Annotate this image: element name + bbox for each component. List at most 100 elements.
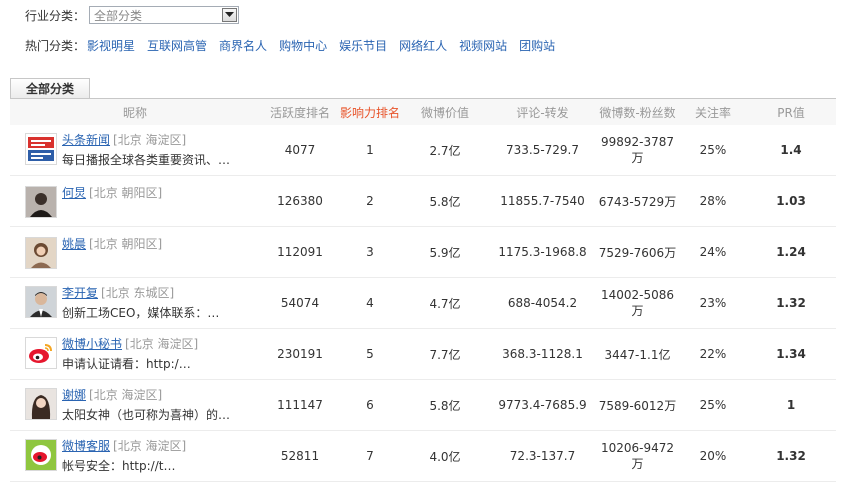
user-name-link[interactable]: 李开复 xyxy=(62,286,98,300)
pr-value: 1 xyxy=(746,379,836,431)
influence-rank: 3 xyxy=(340,226,400,278)
posts-fans: 6743-5729万 xyxy=(595,175,680,227)
user-location: [北京 海淀区] xyxy=(89,387,163,402)
follow-rate: 23% xyxy=(680,277,746,329)
user-name-link[interactable]: 微博客服 xyxy=(62,439,110,453)
pr-value: 1.32 xyxy=(746,277,836,329)
posts-fans: 3447-1.1亿 xyxy=(595,328,680,380)
tab-bar: 全部分类 xyxy=(10,78,836,99)
table-row: 头条新闻 [北京 海淀区] 每日播报全球各类重要资讯、… 4077 1 2.7亿 … xyxy=(10,125,836,176)
col-header-nickname[interactable]: 昵称 xyxy=(10,99,260,125)
pr-value: 1.03 xyxy=(746,175,836,227)
hot-categories: 热门分类： 影视明星 互联网高管 商界名人 购物中心 娱乐节目 网络红人 视频网… xyxy=(25,36,555,54)
table-row: 微博客服 [北京 海淀区] 帐号安全：http://t… 52811 7 4.0亿… xyxy=(10,430,836,482)
col-header-activity-rank[interactable]: 活跃度排名 xyxy=(260,99,340,125)
comment-repost: 733.5-729.7 xyxy=(490,125,595,176)
user-location: [北京 海淀区] xyxy=(113,132,187,147)
hot-category-link[interactable]: 购物中心 xyxy=(279,37,327,54)
table-row: 李开复 [北京 东城区] 创新工场CEO，媒体联系：… 54074 4 4.7亿 … xyxy=(10,277,836,329)
weibo-logo-icon[interactable] xyxy=(25,336,57,369)
hot-category-link[interactable]: 网络红人 xyxy=(399,37,447,54)
activity-rank: 126380 xyxy=(260,175,340,227)
weibo-value: 4.0亿 xyxy=(400,430,490,482)
comment-repost: 1175.3-1968.8 xyxy=(490,226,595,278)
pr-value: 1.4 xyxy=(746,125,836,176)
user-location: [北京 海淀区] xyxy=(125,336,199,351)
hot-category-link[interactable]: 互联网高管 xyxy=(147,37,207,54)
table-row: 姚晨 [北京 朝阳区] 112091 3 5.9亿 1175.3-1968.8 7… xyxy=(10,226,836,278)
pr-value: 1.24 xyxy=(746,226,836,278)
weibo-value: 7.7亿 xyxy=(400,328,490,380)
industry-filter-label: 行业分类： xyxy=(25,8,86,23)
col-header-follow-rate[interactable]: 关注率 xyxy=(680,99,746,125)
weibo-value: 5.9亿 xyxy=(400,226,490,278)
activity-rank: 54074 xyxy=(260,277,340,329)
user-name-link[interactable]: 何炅 xyxy=(62,186,86,200)
follow-rate: 28% xyxy=(680,175,746,227)
posts-fans: 7589-6012万 xyxy=(595,379,680,431)
col-header-influence-rank[interactable]: 影响力排名 xyxy=(340,99,400,125)
user-description: 每日播报全球各类重要资讯、… xyxy=(62,152,231,167)
col-header-posts-fans[interactable]: 微博数-粉丝数 xyxy=(595,99,680,125)
table-row: 谢娜 [北京 海淀区] 太阳女神（也可称为喜神）的… 111147 6 5.8亿 … xyxy=(10,379,836,431)
activity-rank: 230191 xyxy=(260,328,340,380)
col-header-weibo-value[interactable]: 微博价值 xyxy=(400,99,490,125)
person-icon[interactable] xyxy=(25,387,57,420)
comment-repost: 688-4054.2 xyxy=(490,277,595,329)
influence-rank: 2 xyxy=(340,175,400,227)
weibo-value: 5.8亿 xyxy=(400,379,490,431)
activity-rank: 112091 xyxy=(260,226,340,278)
user-description: 申请认证请看：http:/… xyxy=(62,356,191,371)
toutiao-icon[interactable] xyxy=(25,132,57,165)
comment-repost: 368.3-1128.1 xyxy=(490,328,595,380)
user-name-link[interactable]: 姚晨 xyxy=(62,237,86,251)
follow-rate: 24% xyxy=(680,226,746,278)
influence-rank: 4 xyxy=(340,277,400,329)
hot-category-link[interactable]: 商界名人 xyxy=(219,37,267,54)
industry-select-value: 全部分类 xyxy=(94,8,143,23)
pr-value: 1.34 xyxy=(746,328,836,380)
col-header-comment-repost[interactable]: 评论-转发 xyxy=(490,99,595,125)
comment-repost: 72.3-137.7 xyxy=(490,430,595,482)
industry-filter: 行业分类： 全部分类 xyxy=(25,5,240,25)
table-row: 何炅 [北京 朝阳区] 126380 2 5.8亿 11855.7-7540 67… xyxy=(10,175,836,227)
hot-category-link[interactable]: 团购站 xyxy=(519,37,555,54)
user-description: 创新工场CEO，媒体联系：… xyxy=(62,305,220,320)
activity-rank: 4077 xyxy=(260,125,340,176)
weibo-service-icon[interactable] xyxy=(25,438,57,471)
follow-rate: 25% xyxy=(680,379,746,431)
user-location: [北京 朝阳区] xyxy=(89,186,163,200)
person-icon[interactable] xyxy=(25,285,57,318)
user-location: [北京 朝阳区] xyxy=(89,237,163,251)
user-name-link[interactable]: 微博小秘书 xyxy=(62,337,122,351)
industry-select[interactable]: 全部分类 xyxy=(89,6,240,24)
influence-rank: 7 xyxy=(340,430,400,482)
hot-categories-label: 热门分类： xyxy=(25,38,86,53)
person-icon[interactable] xyxy=(25,186,57,218)
follow-rate: 20% xyxy=(680,430,746,482)
pr-value: 1.32 xyxy=(746,430,836,482)
user-location: [北京 海淀区] xyxy=(113,438,187,453)
person-icon[interactable] xyxy=(25,237,57,269)
hot-category-link[interactable]: 娱乐节目 xyxy=(339,37,387,54)
influence-rank: 1 xyxy=(340,125,400,176)
posts-fans: 99892-3787万 xyxy=(595,125,680,176)
weibo-value: 2.7亿 xyxy=(400,125,490,176)
weibo-value: 5.8亿 xyxy=(400,175,490,227)
comment-repost: 9773.4-7685.9 xyxy=(490,379,595,431)
user-name-link[interactable]: 头条新闻 xyxy=(62,133,110,147)
ranking-table: 昵称 活跃度排名 影响力排名 微博价值 评论-转发 微博数-粉丝数 关注率 PR… xyxy=(10,99,836,482)
activity-rank: 52811 xyxy=(260,430,340,482)
hot-category-link[interactable]: 影视明星 xyxy=(87,37,135,54)
dropdown-arrow-icon[interactable] xyxy=(222,8,238,22)
influence-rank: 5 xyxy=(340,328,400,380)
comment-repost: 11855.7-7540 xyxy=(490,175,595,227)
activity-rank: 111147 xyxy=(260,379,340,431)
tab-all-categories[interactable]: 全部分类 xyxy=(10,78,90,98)
user-name-link[interactable]: 谢娜 xyxy=(62,388,86,402)
hot-category-link[interactable]: 视频网站 xyxy=(459,37,507,54)
table-row: 微博小秘书 [北京 海淀区] 申请认证请看：http:/… 230191 5 7.… xyxy=(10,328,836,380)
follow-rate: 22% xyxy=(680,328,746,380)
col-header-pr-value[interactable]: PR值 xyxy=(746,99,836,125)
user-description: 太阳女神（也可称为喜神）的… xyxy=(62,407,231,422)
